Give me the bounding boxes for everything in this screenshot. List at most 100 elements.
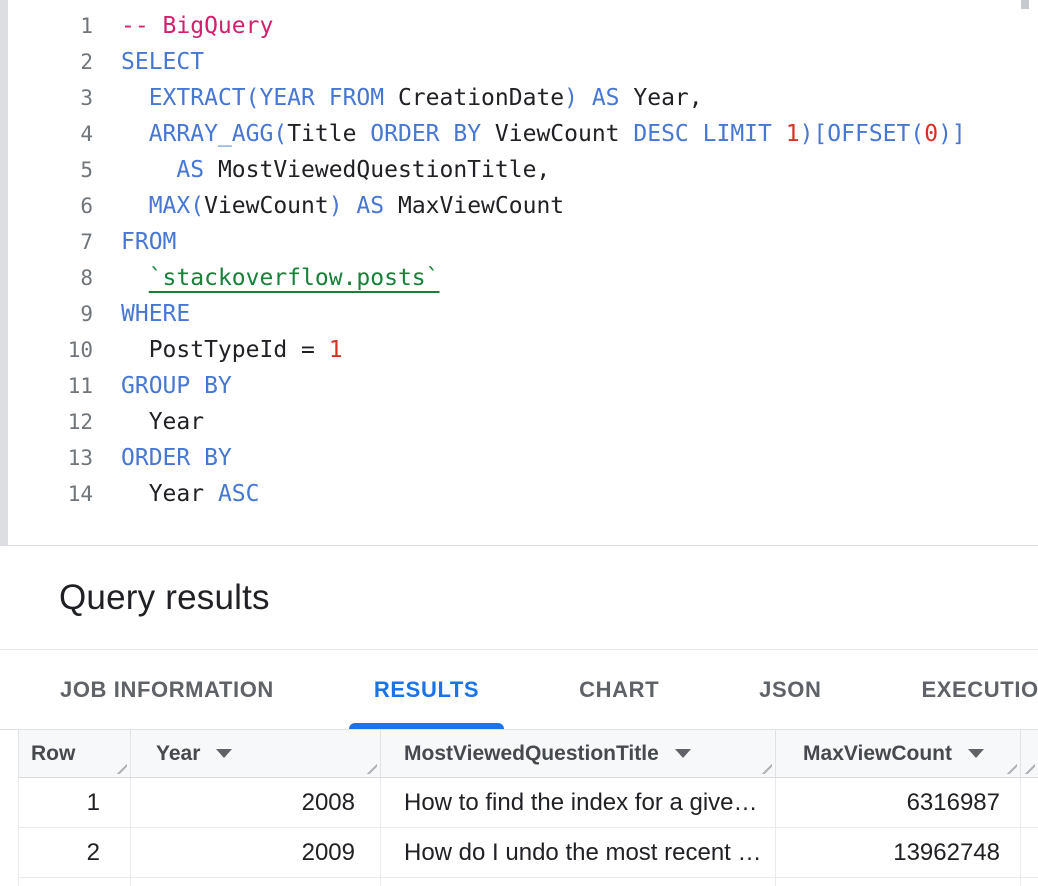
code-token: MaxViewCount: [398, 193, 564, 219]
code-token: ViewCount: [495, 121, 633, 147]
code-token: PostTypeId =: [121, 337, 329, 363]
results-tab-bar: JOB INFORMATION RESULTS CHART JSON EXECUTION…: [0, 650, 1038, 730]
column-header-title[interactable]: MostViewedQuestionTitle: [381, 730, 776, 777]
code-line: 2SELECT: [0, 44, 1038, 80]
query-results-header: Query results: [0, 546, 1038, 650]
cell-max: 6316987: [776, 778, 1021, 827]
results-table: RowYear MostViewedQuestionTitle MaxViewCou…: [18, 730, 1038, 886]
tab-job-information[interactable]: JOB INFORMATION: [35, 650, 299, 729]
column-resize-handle[interactable]: [757, 759, 772, 774]
code-line: 8 `stackoverflow.posts`: [0, 260, 1038, 296]
line-number: 13: [0, 440, 93, 476]
column-resize-handle[interactable]: [362, 759, 377, 774]
sql-code-editor[interactable]: 1-- BigQuery2SELECT3 EXTRACT(YEAR FROM C…: [0, 0, 1038, 546]
code-token: [121, 121, 149, 147]
editor-vertical-scrollbar-thumb[interactable]: [1021, 0, 1029, 9]
code-lines: 1-- BigQuery2SELECT3 EXTRACT(YEAR FROM C…: [0, 0, 1038, 512]
line-number: 2: [0, 44, 93, 80]
code-token: ORDER BY: [370, 121, 495, 147]
cell-year: [131, 878, 381, 886]
code-token: GROUP BY: [121, 373, 232, 399]
code-line: 11 GROUP BY: [0, 368, 1038, 404]
line-number: 11: [0, 368, 93, 404]
results-table-header-row: RowYear MostViewedQuestionTitle MaxViewCou…: [18, 730, 1038, 778]
code-token: ARRAY_AGG(: [149, 121, 287, 147]
code-token: [121, 157, 176, 183]
cell-row: [19, 878, 131, 886]
code-text: Year: [93, 404, 204, 440]
code-line: 4 ARRAY_AGG(Title ORDER BY ViewCount DES…: [0, 116, 1038, 152]
code-token: [121, 193, 149, 219]
code-text: GROUP BY: [93, 368, 232, 404]
tab-json[interactable]: JSON: [734, 650, 846, 729]
cell-title: [381, 878, 776, 886]
code-token: ORDER BY: [121, 445, 232, 471]
code-line: 5 AS MostViewedQuestionTitle,: [0, 152, 1038, 188]
tab-chart[interactable]: CHART: [554, 650, 684, 729]
cell-year: 2009: [131, 828, 381, 877]
code-text: FROM: [93, 224, 176, 260]
tab-label: CHART: [579, 677, 659, 703]
code-token: ) AS: [329, 193, 398, 219]
tab-label: JSON: [759, 677, 821, 703]
line-number: 10: [0, 332, 93, 368]
code-token: 1: [786, 121, 800, 147]
code-token: -- BigQuery: [121, 13, 273, 39]
line-number: 3: [0, 80, 93, 116]
code-line: 13 ORDER BY: [0, 440, 1038, 476]
code-line: 1-- BigQuery: [0, 8, 1038, 44]
line-number: 6: [0, 188, 93, 224]
column-header-row[interactable]: Row: [19, 730, 131, 777]
column-header-label: MostViewedQuestionTitle: [404, 742, 659, 766]
code-token: )[OFFSET(: [800, 121, 925, 147]
tab-results[interactable]: RESULTS: [349, 650, 504, 729]
code-token: CreationDate: [398, 85, 564, 111]
column-header-extra[interactable]: [1021, 730, 1038, 777]
column-resize-handle[interactable]: [112, 759, 127, 774]
line-number: 12: [0, 404, 93, 440]
code-line: 7FROM: [0, 224, 1038, 260]
cell-extra: [1021, 778, 1038, 827]
code-token: AS: [176, 157, 218, 183]
code-token: ) AS: [564, 85, 633, 111]
column-header-max[interactable]: MaxViewCount: [776, 730, 1021, 777]
code-token: MostViewedQuestionTitle,: [218, 157, 550, 183]
code-text: AS MostViewedQuestionTitle,: [93, 152, 550, 188]
tab-execution-details[interactable]: EXECUTION DETAILS: [896, 650, 1038, 729]
editor-left-scrollbar[interactable]: [0, 0, 8, 545]
code-line: 14 Year ASC: [0, 476, 1038, 512]
line-number: 14: [0, 476, 93, 512]
code-text: EXTRACT(YEAR FROM CreationDate) AS Year,: [93, 80, 703, 116]
sort-dropdown-icon[interactable]: [216, 749, 232, 758]
column-resize-handle[interactable]: [1020, 759, 1035, 774]
sort-dropdown-icon[interactable]: [968, 749, 984, 758]
column-header-year[interactable]: Year: [131, 730, 381, 777]
line-number: 8: [0, 260, 93, 296]
cell-row: 2: [19, 828, 131, 877]
tab-label: EXECUTION DETAILS: [921, 677, 1038, 703]
column-resize-handle[interactable]: [1002, 759, 1017, 774]
code-token: [121, 265, 149, 291]
line-number: 4: [0, 116, 93, 152]
code-token: Year: [121, 481, 218, 507]
code-text: ORDER BY: [93, 440, 232, 476]
code-token: MAX(: [149, 193, 204, 219]
code-text: Year ASC: [93, 476, 259, 512]
code-text: -- BigQuery: [93, 8, 273, 44]
line-number: 5: [0, 152, 93, 188]
code-line: 9WHERE: [0, 296, 1038, 332]
cell-max: [776, 878, 1021, 886]
code-text: MAX(ViewCount) AS MaxViewCount: [93, 188, 564, 224]
sort-dropdown-icon[interactable]: [675, 749, 691, 758]
line-number: 7: [0, 224, 93, 260]
code-token: [121, 85, 149, 111]
column-header-label: MaxViewCount: [803, 742, 952, 766]
code-token: Year,: [633, 85, 702, 111]
query-results-title: Query results: [59, 578, 270, 618]
cell-year: 2008: [131, 778, 381, 827]
tab-label: RESULTS: [374, 677, 479, 703]
cell-row: 1: [19, 778, 131, 827]
code-text: `stackoverflow.posts`: [93, 260, 440, 296]
code-line: 12 Year: [0, 404, 1038, 440]
table-reference-link[interactable]: `stackoverflow.posts`: [149, 265, 440, 291]
